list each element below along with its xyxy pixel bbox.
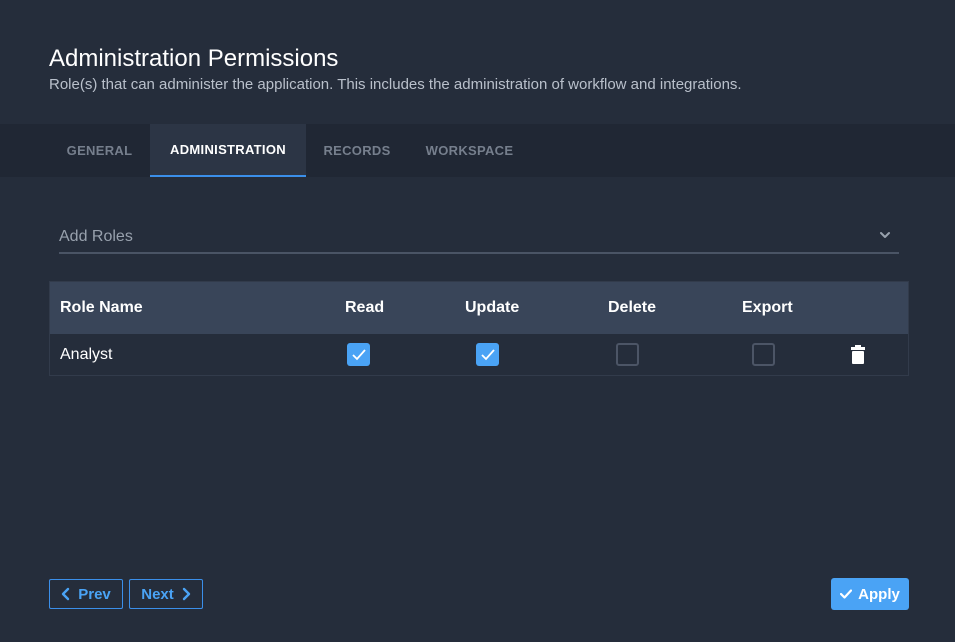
column-header-export: Export: [742, 299, 793, 316]
check-icon: [840, 589, 853, 599]
chevron-left-icon: [62, 587, 70, 601]
page-subtitle: Role(s) that can administer the applicat…: [49, 76, 742, 93]
column-header-update: Update: [465, 299, 520, 316]
table-header-row: Role Name Read Update Delete Export: [50, 282, 908, 334]
trash-icon[interactable]: [851, 345, 865, 364]
delete-checkbox[interactable]: [616, 343, 639, 366]
tab-general[interactable]: GENERAL: [49, 124, 150, 177]
page-title: Administration Permissions: [49, 45, 339, 72]
prev-button-label: Prev: [78, 585, 111, 603]
chevron-right-icon: [182, 587, 190, 601]
role-name-cell: Analyst: [60, 346, 113, 363]
tab-bar: GENERAL ADMINISTRATION RECORDS WORKSPACE: [0, 124, 955, 177]
checkmark-icon: [351, 348, 366, 360]
table-row: Analyst: [50, 334, 908, 375]
column-header-read: Read: [345, 299, 385, 316]
read-checkbox[interactable]: [347, 343, 370, 366]
tab-workspace[interactable]: WORKSPACE: [408, 124, 531, 177]
export-checkbox[interactable]: [752, 343, 775, 366]
tab-administration[interactable]: ADMINISTRATION: [150, 124, 306, 177]
add-roles-dropdown[interactable]: Add Roles: [59, 224, 899, 254]
tab-records[interactable]: RECORDS: [306, 124, 408, 177]
page-header: Administration Permissions Role(s) that …: [49, 44, 742, 95]
apply-button[interactable]: Apply: [831, 578, 909, 610]
checkmark-icon: [480, 348, 495, 360]
roles-table: Role Name Read Update Delete Export Anal…: [49, 281, 909, 376]
next-button[interactable]: Next: [129, 579, 203, 609]
next-button-label: Next: [141, 585, 174, 603]
column-header-role-name: Role Name: [60, 299, 143, 316]
update-checkbox[interactable]: [476, 343, 499, 366]
prev-button[interactable]: Prev: [49, 579, 123, 609]
chevron-down-icon: [880, 232, 890, 238]
column-header-delete: Delete: [608, 299, 657, 316]
apply-button-label: Apply: [858, 585, 900, 603]
add-roles-placeholder: Add Roles: [59, 228, 133, 245]
